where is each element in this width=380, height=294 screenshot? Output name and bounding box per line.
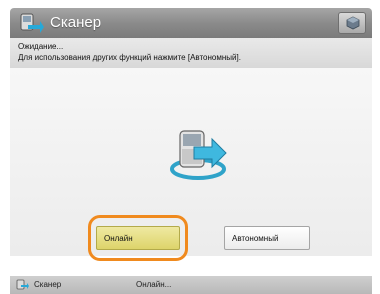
status-text: Онлайн...	[136, 280, 172, 289]
message-status: Ожидание...	[18, 42, 64, 51]
offline-button[interactable]: Автономный	[224, 226, 310, 250]
scanner-small-icon	[16, 279, 30, 291]
status-app-label: Сканер	[34, 280, 62, 289]
message-hint: Для использования других функций нажмите…	[18, 53, 241, 62]
scanner-icon	[18, 11, 44, 35]
settings-button[interactable]	[338, 12, 366, 34]
settings-cube-icon	[346, 16, 360, 30]
online-button[interactable]: Онлайн	[96, 226, 180, 250]
content-area	[10, 68, 372, 256]
scanner-screen: Сканер Ожидание... Для использования дру…	[0, 0, 380, 294]
page-title: Сканер	[50, 14, 102, 31]
status-bar: Сканер Онлайн...	[10, 276, 372, 294]
title-bar: Сканер	[10, 8, 372, 38]
message-area: Ожидание... Для использования других фун…	[10, 38, 372, 68]
scanner-arrow-icon	[170, 123, 228, 183]
